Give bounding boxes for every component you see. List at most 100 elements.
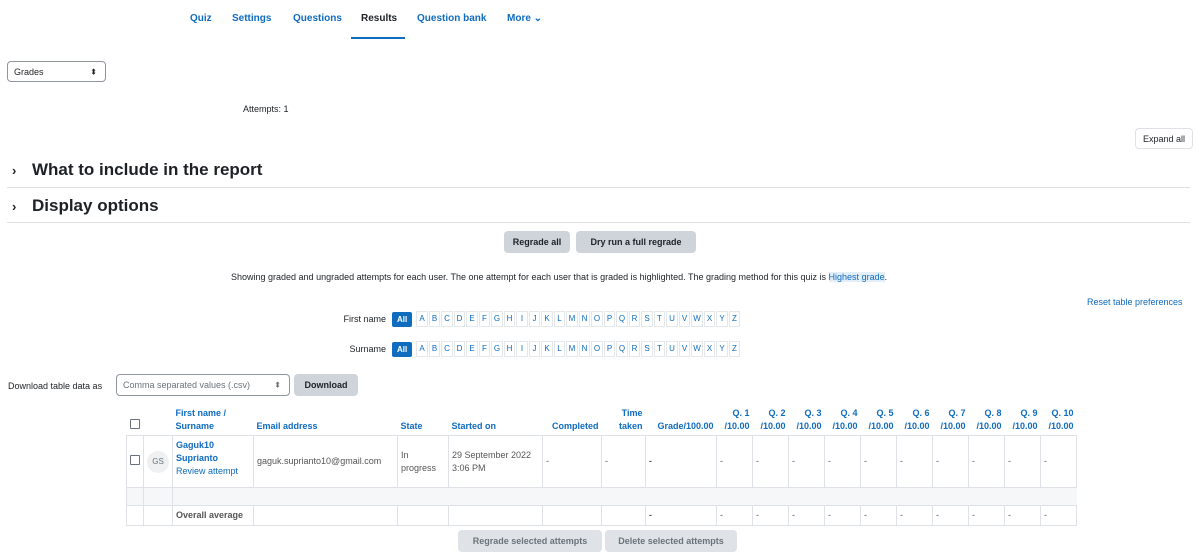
col-q1[interactable]: Q. 1 /10.00: [717, 405, 753, 436]
initial-letter-a[interactable]: A: [416, 311, 428, 327]
initial-letter-e[interactable]: E: [466, 311, 478, 327]
initial-letter-l[interactable]: L: [553, 311, 566, 327]
initial-letter-v[interactable]: V: [678, 341, 691, 357]
initial-letter-d[interactable]: D: [453, 311, 466, 327]
col-q9[interactable]: Q. 9 /10.00: [1005, 405, 1041, 436]
tab-quiz[interactable]: Quiz: [190, 13, 212, 24]
initial-letter-o[interactable]: O: [591, 341, 603, 357]
initial-letter-w[interactable]: W: [691, 311, 703, 327]
initial-letter-v[interactable]: V: [678, 311, 691, 327]
col-q5[interactable]: Q. 5 /10.00: [861, 405, 897, 436]
initial-letter-y[interactable]: Y: [716, 341, 728, 357]
tab-results[interactable]: Results: [361, 13, 397, 24]
q-cell: -: [824, 435, 861, 488]
initial-letter-h[interactable]: H: [503, 311, 516, 327]
col-started[interactable]: Started on: [449, 405, 543, 436]
initial-letter-q[interactable]: Q: [616, 341, 628, 357]
download-format-select[interactable]: Comma separated values (.csv) ⬍: [116, 374, 290, 396]
initial-letter-k[interactable]: K: [541, 341, 553, 357]
col-q6[interactable]: Q. 6 /10.00: [897, 405, 933, 436]
col-q4[interactable]: Q. 4 /10.00: [825, 405, 861, 436]
initial-letter-l[interactable]: L: [553, 341, 566, 357]
initial-letter-k[interactable]: K: [541, 311, 553, 327]
initial-letter-q[interactable]: Q: [616, 311, 628, 327]
col-q2[interactable]: Q. 2 /10.00: [753, 405, 789, 436]
report-type-select[interactable]: Grades ⬍: [7, 61, 106, 82]
q-cell: -: [788, 435, 825, 488]
col-q8[interactable]: Q. 8 /10.00: [969, 405, 1005, 436]
initial-letter-b[interactable]: B: [428, 341, 441, 357]
initial-all[interactable]: All: [392, 311, 413, 327]
initial-letter-t[interactable]: T: [653, 341, 666, 357]
regrade-all-button[interactable]: Regrade all: [504, 231, 570, 253]
tab-questions[interactable]: Questions: [293, 13, 342, 24]
initial-letter-b[interactable]: B: [428, 311, 441, 327]
initial-letter-r[interactable]: R: [628, 341, 641, 357]
initial-letter-c[interactable]: C: [441, 311, 453, 327]
initial-letter-z[interactable]: Z: [728, 341, 741, 357]
tab-settings[interactable]: Settings: [232, 13, 271, 24]
initial-letter-y[interactable]: Y: [716, 311, 728, 327]
initial-letter-n[interactable]: N: [578, 311, 591, 327]
select-all-checkbox[interactable]: [129, 419, 140, 429]
col-name[interactable]: First name / Surname: [173, 405, 254, 436]
initial-letter-f[interactable]: F: [478, 311, 491, 327]
initial-letter-g[interactable]: G: [491, 341, 503, 357]
initial-letter-w[interactable]: W: [691, 341, 703, 357]
review-attempt-link[interactable]: Review attempt: [176, 465, 250, 478]
chevron-right-icon: ›: [12, 163, 17, 178]
initial-letter-i[interactable]: I: [516, 311, 528, 327]
col-grade[interactable]: Grade/100.00: [646, 405, 717, 436]
initial-letter-s[interactable]: S: [641, 341, 653, 357]
initial-letter-g[interactable]: G: [491, 311, 503, 327]
col-state[interactable]: State: [398, 405, 449, 436]
col-q10[interactable]: Q. 10 /10.00: [1041, 405, 1077, 436]
initial-letter-s[interactable]: S: [641, 311, 653, 327]
avg-q-cell: -: [1004, 505, 1041, 526]
section-display-header[interactable]: › Display options: [12, 196, 159, 216]
attempts-table: First name / Surname Email address State…: [126, 405, 1077, 526]
initial-letter-u[interactable]: U: [666, 311, 678, 327]
initial-letter-t[interactable]: T: [653, 311, 666, 327]
q-cell: -: [860, 435, 897, 488]
initial-letter-i[interactable]: I: [516, 341, 528, 357]
col-q3[interactable]: Q. 3 /10.00: [789, 405, 825, 436]
initial-letter-n[interactable]: N: [578, 341, 591, 357]
initial-letter-m[interactable]: M: [566, 311, 578, 327]
initial-letter-z[interactable]: Z: [728, 311, 741, 327]
initial-letter-x[interactable]: X: [703, 341, 716, 357]
dry-run-regrade-button[interactable]: Dry run a full regrade: [576, 231, 696, 253]
initial-letter-j[interactable]: J: [528, 341, 541, 357]
col-completed[interactable]: Completed: [543, 405, 602, 436]
initial-letter-c[interactable]: C: [441, 341, 453, 357]
initial-letter-f[interactable]: F: [478, 341, 491, 357]
section-include-header[interactable]: › What to include in the report: [12, 160, 262, 180]
tab-question-bank[interactable]: Question bank: [417, 13, 486, 24]
expand-all-button[interactable]: Expand all: [1135, 128, 1193, 149]
initial-letter-a[interactable]: A: [416, 341, 428, 357]
spacer-row: [126, 487, 1077, 506]
initial-all[interactable]: All: [392, 341, 413, 357]
initial-letter-j[interactable]: J: [528, 311, 541, 327]
download-button[interactable]: Download: [294, 374, 358, 396]
initial-letter-h[interactable]: H: [503, 341, 516, 357]
initial-letter-p[interactable]: P: [603, 311, 616, 327]
col-email[interactable]: Email address: [254, 405, 398, 436]
initial-letter-m[interactable]: M: [566, 341, 578, 357]
tab-more[interactable]: More ⌄: [507, 13, 542, 24]
initial-letter-e[interactable]: E: [466, 341, 478, 357]
initial-letter-x[interactable]: X: [703, 311, 716, 327]
report-type-value: Grades: [14, 66, 44, 77]
col-time-taken[interactable]: Time taken: [602, 405, 646, 436]
initial-letter-u[interactable]: U: [666, 341, 678, 357]
initial-letter-d[interactable]: D: [453, 341, 466, 357]
initial-letter-p[interactable]: P: [603, 341, 616, 357]
grading-method: Highest grade: [828, 272, 885, 282]
row-checkbox[interactable]: [130, 454, 140, 465]
avatar[interactable]: GS: [147, 450, 169, 473]
initial-letter-r[interactable]: R: [628, 311, 641, 327]
initial-letter-o[interactable]: O: [591, 311, 603, 327]
col-q7[interactable]: Q. 7 /10.00: [933, 405, 969, 436]
reset-table-preferences-link[interactable]: Reset table preferences: [1087, 297, 1183, 307]
user-name-link[interactable]: Gaguk10 Suprianto: [176, 439, 250, 465]
